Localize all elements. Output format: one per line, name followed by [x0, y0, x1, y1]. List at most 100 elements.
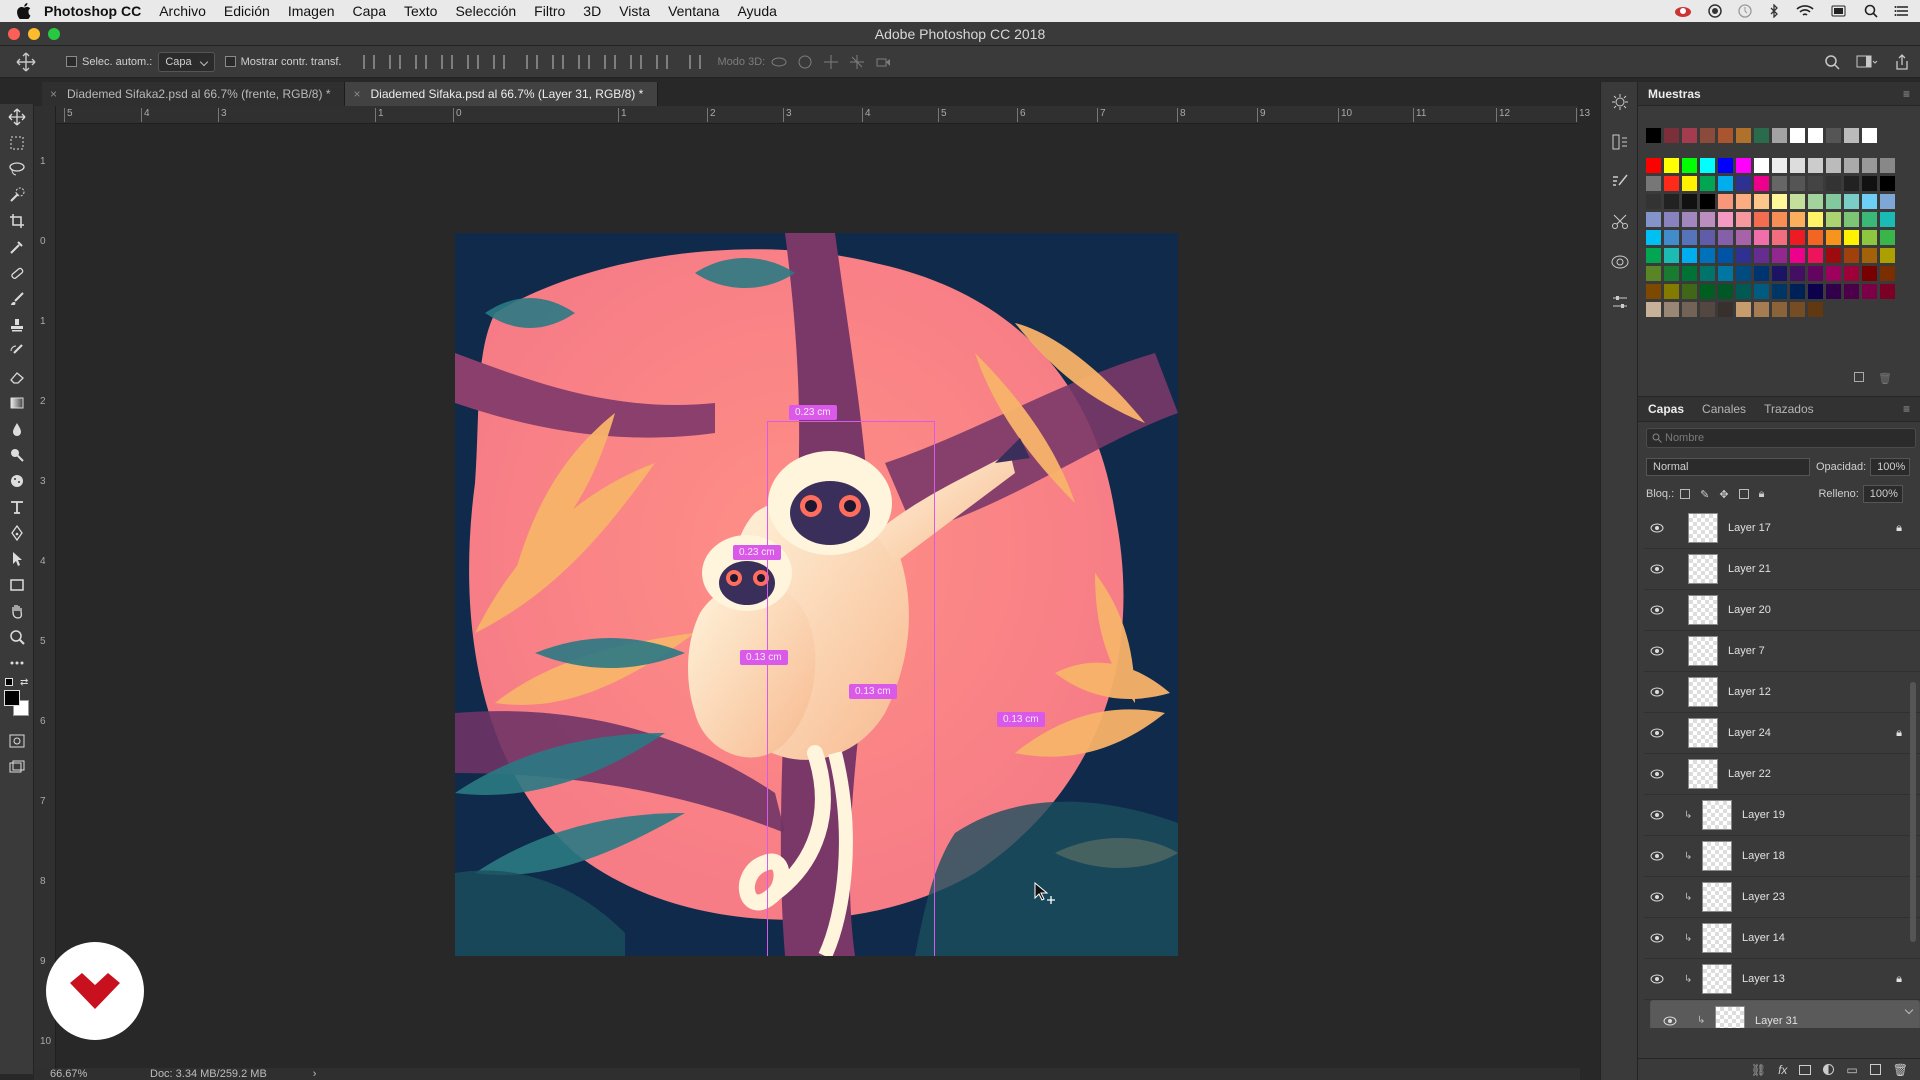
swatch[interactable] — [1736, 176, 1751, 191]
visibility-eye-icon[interactable] — [1644, 933, 1670, 943]
swatch[interactable] — [1844, 284, 1859, 299]
swatch[interactable] — [1826, 194, 1841, 209]
layer-thumbnail[interactable] — [1702, 800, 1732, 830]
swatch[interactable] — [1844, 194, 1859, 209]
tab-canales[interactable]: Canales — [1702, 402, 1746, 416]
swatch[interactable] — [1682, 194, 1697, 209]
layer-row[interactable]: Layer 20 — [1644, 590, 1920, 631]
swatch[interactable] — [1808, 284, 1823, 299]
align-vcenter-icon[interactable] — [388, 54, 401, 69]
swatch[interactable] — [1682, 284, 1697, 299]
share-icon[interactable] — [1894, 53, 1910, 70]
distribute-top-icon[interactable] — [525, 54, 538, 69]
swatch[interactable] — [1772, 212, 1787, 227]
menu-edicion[interactable]: Edición — [224, 3, 270, 19]
layer-thumbnail[interactable] — [1702, 882, 1732, 912]
quick-mask-button[interactable] — [0, 728, 34, 754]
swatch[interactable] — [1664, 284, 1679, 299]
swatch[interactable] — [1808, 302, 1823, 317]
swatch[interactable] — [1862, 248, 1877, 263]
foreground-color[interactable] — [4, 690, 20, 706]
layer-name[interactable]: Layer 31 — [1755, 1015, 1798, 1027]
dodge-tool[interactable] — [0, 442, 34, 468]
tool-presets-button[interactable] — [1601, 202, 1639, 242]
swatch[interactable] — [1646, 266, 1661, 281]
menu-seleccion[interactable]: Selección — [455, 3, 516, 19]
visibility-eye-icon[interactable] — [1657, 1016, 1683, 1026]
swatch[interactable] — [1664, 128, 1679, 143]
path-selection-tool[interactable] — [0, 546, 34, 572]
swatch[interactable] — [1808, 266, 1823, 281]
layers-menu-icon[interactable]: ≡ — [1903, 402, 1910, 416]
layer-thumbnail[interactable] — [1688, 718, 1718, 748]
layer-row[interactable]: ↳ Layer 14 — [1644, 918, 1920, 959]
swatch[interactable] — [1736, 158, 1751, 173]
swatch[interactable] — [1808, 194, 1823, 209]
navigator-button[interactable] — [1601, 82, 1639, 122]
swatch[interactable] — [1790, 284, 1805, 299]
crop-tool[interactable] — [0, 208, 34, 234]
workspace-icon[interactable] — [1856, 54, 1878, 70]
swatch[interactable] — [1700, 194, 1715, 209]
swatch[interactable] — [1790, 128, 1805, 143]
swatch[interactable] — [1772, 128, 1787, 143]
swatch[interactable] — [1880, 158, 1895, 173]
swatch[interactable] — [1826, 128, 1841, 143]
adjustment-layer-icon[interactable] — [1823, 1064, 1835, 1075]
swatch[interactable] — [1790, 176, 1805, 191]
swatch[interactable] — [1754, 248, 1769, 263]
layer-name[interactable]: Layer 14 — [1742, 932, 1785, 944]
visibility-eye-icon[interactable] — [1644, 892, 1670, 902]
swatch[interactable] — [1772, 158, 1787, 173]
layer-name[interactable]: Layer 23 — [1742, 891, 1785, 903]
swatch[interactable] — [1736, 266, 1751, 281]
tab-document-1[interactable]: × Diademed Sifaka2.psd al 66.7% (frente,… — [42, 82, 346, 106]
layer-thumbnail[interactable] — [1715, 1005, 1745, 1028]
swatch[interactable] — [1718, 158, 1733, 173]
swatch[interactable] — [1754, 266, 1769, 281]
swatch[interactable] — [1862, 158, 1877, 173]
swatch[interactable] — [1736, 128, 1751, 143]
swatch[interactable] — [1664, 266, 1679, 281]
swatch[interactable] — [1736, 194, 1751, 209]
swatch[interactable] — [1826, 248, 1841, 263]
swatch[interactable] — [1772, 194, 1787, 209]
roll-3d-icon[interactable] — [797, 54, 813, 70]
swatch[interactable] — [1664, 248, 1679, 263]
swatch[interactable] — [1646, 212, 1661, 227]
swatch[interactable] — [1862, 194, 1877, 209]
delete-layer-icon[interactable]: 🗑 — [1893, 1063, 1908, 1077]
menu-ayuda[interactable]: Ayuda — [737, 3, 776, 19]
search-panel-icon[interactable] — [1824, 54, 1840, 70]
swatch[interactable] — [1736, 284, 1751, 299]
hand-tool[interactable] — [0, 598, 34, 624]
layer-name[interactable]: Layer 18 — [1742, 850, 1785, 862]
swatch[interactable] — [1682, 302, 1697, 317]
swatch[interactable] — [1862, 266, 1877, 281]
swatch[interactable] — [1772, 266, 1787, 281]
swatch[interactable] — [1754, 194, 1769, 209]
visibility-eye-icon[interactable] — [1644, 974, 1670, 984]
swatch[interactable] — [1700, 266, 1715, 281]
swatch[interactable] — [1718, 212, 1733, 227]
layer-thumbnail[interactable] — [1688, 677, 1718, 707]
swatch[interactable] — [1844, 128, 1859, 143]
healing-brush-tool[interactable] — [0, 260, 34, 286]
swatch[interactable] — [1682, 128, 1697, 143]
libraries-button[interactable] — [1601, 242, 1639, 282]
swatch[interactable] — [1664, 158, 1679, 173]
panel-menu-icon[interactable]: ≡ — [1903, 87, 1910, 101]
swatch[interactable] — [1646, 302, 1661, 317]
layer-thumbnail[interactable] — [1702, 841, 1732, 871]
clone-stamp-tool[interactable] — [0, 312, 34, 338]
vertical-ruler[interactable]: 1 0 1 2 3 4 5 6 7 8 9 10 — [34, 106, 56, 1068]
properties-button[interactable] — [1601, 282, 1639, 322]
swatch[interactable] — [1862, 212, 1877, 227]
swatch[interactable] — [1754, 158, 1769, 173]
layer-name[interactable]: Layer 21 — [1728, 563, 1771, 575]
link-layers-icon[interactable]: ⛓ — [1751, 1063, 1766, 1077]
swatch[interactable] — [1664, 230, 1679, 245]
menu-ventana[interactable]: Ventana — [668, 3, 719, 19]
default-colors-icon[interactable] — [5, 678, 13, 686]
swatch[interactable] — [1826, 266, 1841, 281]
